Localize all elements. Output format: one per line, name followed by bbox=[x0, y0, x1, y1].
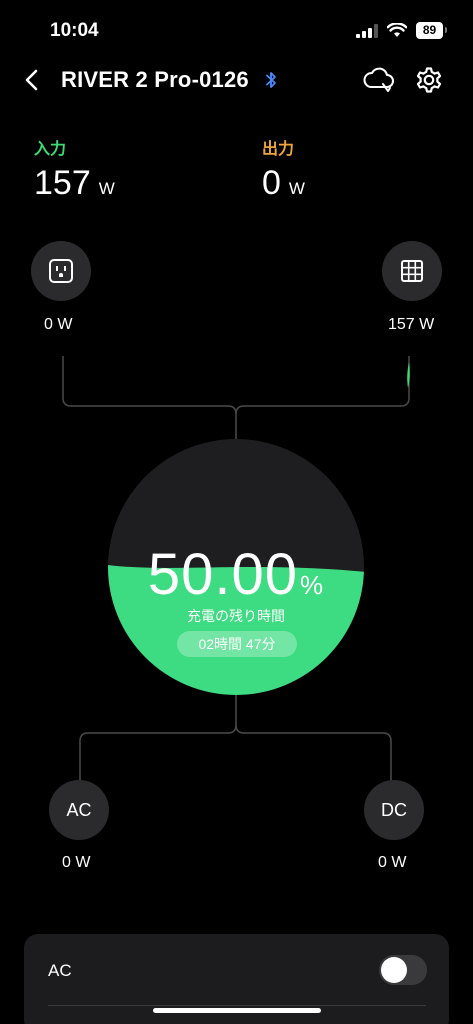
battery-percent: 50.00% bbox=[108, 541, 364, 608]
outlet-icon bbox=[49, 259, 73, 283]
solar-panel-icon bbox=[401, 260, 423, 282]
solar-input-watt: 157 W bbox=[388, 316, 435, 333]
battery-status-badge: 89 bbox=[416, 22, 447, 39]
input-power: 157 W bbox=[34, 164, 115, 203]
back-chevron-icon[interactable] bbox=[18, 66, 46, 94]
ac-output-port-button[interactable]: AC bbox=[49, 780, 109, 840]
ac-input-port-button[interactable] bbox=[31, 241, 91, 301]
settings-gear-icon[interactable] bbox=[413, 64, 445, 96]
home-indicator[interactable] bbox=[153, 1008, 321, 1013]
ac-switch-label: AC bbox=[48, 961, 72, 980]
output-label: 出力 bbox=[262, 141, 295, 158]
percent-symbol: % bbox=[300, 570, 325, 600]
wifi-icon bbox=[387, 23, 407, 37]
bluetooth-icon bbox=[266, 72, 276, 88]
dc-output-label: DC bbox=[381, 799, 407, 820]
charge-remaining-time: 02時間 47分 bbox=[177, 631, 297, 657]
ac-output-label: AC bbox=[66, 799, 92, 820]
device-title: RIVER 2 Pro-0126 bbox=[61, 67, 249, 92]
device-screen: 10:04 89 RIVER 2 Pro-0126 入力 157 W 出力 0 … bbox=[0, 0, 473, 1024]
card-divider bbox=[48, 1005, 426, 1006]
toggle-knob bbox=[381, 957, 407, 983]
battery-percent-value: 50.00 bbox=[147, 542, 299, 607]
output-power: 0 W bbox=[262, 164, 305, 203]
ac-output-watt: 0 W bbox=[62, 854, 91, 871]
status-time: 10:04 bbox=[50, 20, 99, 41]
charge-remaining-label: 充電の残り時間 bbox=[187, 608, 285, 624]
status-icons: 89 bbox=[356, 22, 447, 39]
dc-output-port-button[interactable]: DC bbox=[364, 780, 424, 840]
solar-input-port-button[interactable] bbox=[382, 241, 442, 301]
output-power-unit: W bbox=[288, 179, 305, 198]
dc-output-watt: 0 W bbox=[378, 854, 407, 871]
cellular-signal-icon bbox=[356, 23, 378, 38]
solar-flow-indicator bbox=[407, 362, 410, 388]
input-power-unit: W bbox=[98, 179, 115, 198]
input-power-value: 157 bbox=[34, 164, 91, 202]
ac-input-watt: 0 W bbox=[44, 316, 73, 333]
output-power-value: 0 bbox=[262, 164, 281, 202]
battery-gauge: 50.00% 充電の残り時間 02時間 47分 bbox=[108, 439, 364, 695]
input-label: 入力 bbox=[34, 141, 67, 158]
cloud-sync-icon[interactable] bbox=[362, 64, 396, 96]
ac-output-toggle[interactable] bbox=[379, 955, 427, 985]
